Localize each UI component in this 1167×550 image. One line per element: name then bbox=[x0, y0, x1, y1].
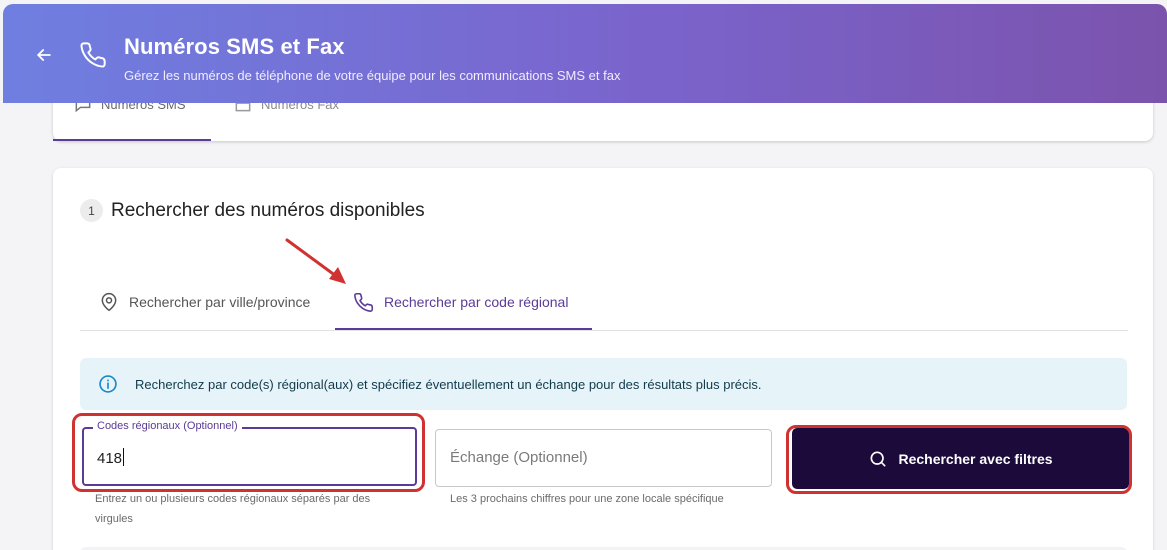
search-button-label: Rechercher avec filtres bbox=[898, 450, 1053, 467]
search-with-filters-button[interactable]: Rechercher avec filtres bbox=[792, 428, 1129, 489]
text-cursor bbox=[123, 448, 125, 466]
tab-search-by-area-code[interactable]: Rechercher par code régional bbox=[353, 272, 568, 332]
back-button[interactable] bbox=[31, 42, 57, 68]
phone-icon bbox=[354, 292, 374, 312]
step-badge: 1 bbox=[80, 199, 103, 222]
active-tab-indicator bbox=[53, 139, 211, 141]
search-icon bbox=[870, 451, 886, 466]
exchange-placeholder: Échange (Optionnel) bbox=[450, 449, 588, 466]
page-header: Numéros SMS et Fax Gérez les numéros de … bbox=[3, 4, 1167, 103]
area-codes-value: 418 bbox=[97, 450, 123, 467]
area-codes-helper: Entrez un ou plusieurs codes régionaux s… bbox=[95, 493, 371, 525]
page-subtitle: Gérez les numéros de téléphone de votre … bbox=[124, 68, 621, 83]
mode-tabs-divider bbox=[80, 330, 1128, 331]
page-title: Numéros SMS et Fax bbox=[124, 34, 345, 59]
map-pin-icon bbox=[101, 292, 117, 312]
phone-icon bbox=[80, 42, 106, 68]
info-banner: Recherchez par code(s) régional(aux) et … bbox=[80, 358, 1127, 410]
arrow-left-icon bbox=[37, 49, 51, 61]
search-numbers-card: 1 Rechercher des numéros disponibles Rec… bbox=[53, 168, 1153, 550]
section-title: Rechercher des numéros disponibles bbox=[111, 200, 425, 221]
tab-search-by-city[interactable]: Rechercher par ville/province bbox=[99, 272, 310, 332]
pointer-arrow-icon bbox=[285, 238, 346, 284]
tab-search-by-area-code-label: Rechercher par code régional bbox=[384, 294, 569, 310]
info-icon bbox=[99, 375, 117, 393]
area-codes-field[interactable]: Codes régionaux (Optionnel) 418 bbox=[82, 420, 417, 486]
exchange-helper: Les 3 prochains chiffres pour une zone l… bbox=[450, 493, 724, 505]
area-codes-input[interactable]: 418 bbox=[97, 448, 125, 467]
tab-search-by-city-label: Rechercher par ville/province bbox=[129, 294, 311, 310]
area-codes-label: Codes régionaux (Optionnel) bbox=[93, 420, 242, 432]
exchange-field[interactable]: Échange (Optionnel) bbox=[435, 429, 772, 487]
info-text: Recherchez par code(s) régional(aux) et … bbox=[135, 376, 762, 392]
